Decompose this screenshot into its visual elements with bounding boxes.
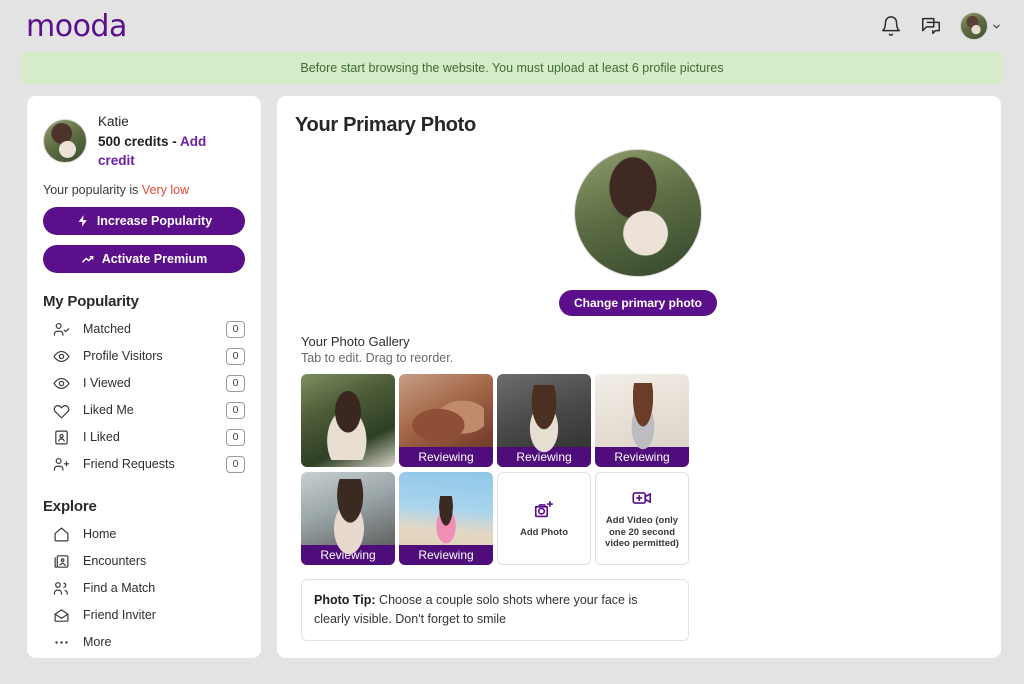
profile-visitors-count: 0 [226, 347, 245, 365]
users-icon [53, 581, 68, 595]
credits-value: 500 credits [98, 133, 169, 149]
sidebar-item-label: Home [83, 527, 117, 542]
explore-heading: Explore [43, 497, 97, 515]
photo-tip: Photo Tip: Choose a couple solo shots wh… [301, 579, 689, 641]
add-video-label: Add Video (only one 20 second video perm… [605, 514, 679, 550]
gallery-tile[interactable] [301, 374, 395, 467]
sidebar-item-label: Liked Me [83, 403, 134, 418]
matched-count: 0 [226, 320, 245, 338]
sidebar-item-i-liked[interactable]: I Liked 0 [43, 424, 245, 451]
sidebar-item-more[interactable]: More [43, 629, 245, 656]
status-badge: Reviewing [399, 545, 493, 565]
bell-icon[interactable] [880, 15, 902, 37]
popularity-prefix: Your popularity is [43, 182, 142, 197]
popularity-value: Very low [141, 182, 190, 197]
gallery-tile[interactable]: Reviewing [399, 374, 493, 467]
gallery-tile[interactable]: Reviewing [399, 472, 493, 565]
add-video-tile[interactable]: Add Video (only one 20 second video perm… [595, 472, 689, 565]
chat-icon[interactable] [920, 15, 942, 37]
camera-plus-icon [534, 500, 554, 517]
page-layout: Katie 500 credits - Add credit Your popu… [0, 84, 1024, 659]
sidebar-item-label: Friend Inviter [83, 608, 156, 623]
add-photo-label: Add Photo [519, 526, 568, 538]
profile-credits-line: 500 credits - Add credit [98, 132, 245, 171]
sidebar-item-home[interactable]: Home [43, 521, 245, 548]
gallery-header: Your Photo Gallery Tab to edit. Drag to … [301, 334, 981, 365]
sidebar-item-label: More [83, 635, 112, 650]
sidebar-item-label: Encounters [83, 554, 147, 569]
upload-requirement-alert: Before start browsing the website. You m… [22, 52, 1002, 84]
popularity-status: Your popularity is Very low [43, 183, 245, 197]
activate-premium-button[interactable]: Activate Premium [43, 244, 245, 273]
user-menu[interactable] [960, 12, 1002, 40]
profile-name: Katie [98, 114, 129, 129]
top-bar: mooda [0, 0, 1024, 52]
profile-avatar[interactable] [43, 119, 87, 164]
bolt-icon [78, 214, 87, 227]
sidebar: Katie 500 credits - Add credit Your popu… [26, 95, 262, 659]
app-logo[interactable]: mooda [26, 9, 127, 44]
heart-icon [53, 404, 70, 419]
gallery-tile[interactable]: Reviewing [595, 374, 689, 467]
sidebar-item-encounters[interactable]: Encounters [43, 548, 245, 575]
gallery-tile[interactable]: Reviewing [497, 374, 591, 467]
sidebar-item-label: I Liked [83, 430, 120, 445]
photo-tip-label: Photo Tip: [314, 593, 376, 607]
status-badge: Reviewing [497, 447, 591, 467]
user-plus-icon [53, 457, 70, 471]
friend-requests-count: 0 [226, 455, 245, 473]
profile-summary: Katie 500 credits - Add credit [43, 112, 245, 171]
increase-popularity-label: Increase Popularity [96, 213, 213, 228]
eye-icon [53, 350, 70, 362]
sidebar-item-label: Matched [83, 322, 131, 337]
sidebar-item-label: Friend Requests [83, 457, 175, 472]
profile-text: Katie 500 credits - Add credit [98, 112, 245, 171]
status-badge: Reviewing [301, 545, 395, 565]
trending-up-icon [81, 255, 94, 263]
primary-photo-area: Change primary photo [295, 149, 981, 316]
sidebar-item-liked-me[interactable]: Liked Me 0 [43, 397, 245, 424]
sidebar-item-label: Profile Visitors [83, 349, 163, 364]
eye-icon [53, 377, 70, 389]
sidebar-item-profile-visitors[interactable]: Profile Visitors 0 [43, 343, 245, 370]
i-liked-count: 0 [226, 428, 245, 446]
increase-popularity-button[interactable]: Increase Popularity [43, 206, 245, 235]
i-viewed-count: 0 [226, 374, 245, 392]
ellipsis-icon [55, 640, 68, 644]
sidebar-item-friend-inviter[interactable]: Friend Inviter [43, 602, 245, 629]
sidebar-item-label: Find a Match [83, 581, 156, 596]
status-badge: Reviewing [399, 447, 493, 467]
topbar-icon-group [880, 12, 1002, 40]
sidebar-item-i-viewed[interactable]: I Viewed 0 [43, 370, 245, 397]
envelope-open-icon [54, 608, 69, 622]
chevron-down-icon [993, 24, 1000, 28]
activate-premium-label: Activate Premium [101, 251, 208, 266]
primary-photo[interactable] [574, 149, 702, 277]
sidebar-item-matched[interactable]: Matched 0 [43, 316, 245, 343]
add-photo-tile[interactable]: Add Photo [497, 472, 591, 565]
page-title: Your Primary Photo [295, 114, 476, 136]
change-primary-photo-button[interactable]: Change primary photo [558, 290, 717, 316]
credits-separator: - [168, 133, 181, 149]
gallery-subtitle: Tab to edit. Drag to reorder. [301, 351, 454, 365]
main-panel: Your Primary Photo Change primary photo … [276, 95, 1002, 659]
liked-me-count: 0 [226, 401, 245, 419]
video-plus-icon [632, 491, 652, 504]
user-check-icon [53, 322, 70, 336]
home-icon [54, 527, 69, 542]
id-card-icon [55, 430, 68, 445]
my-popularity-heading: My Popularity [43, 292, 139, 310]
sidebar-item-friend-requests[interactable]: Friend Requests 0 [43, 451, 245, 478]
status-badge: Reviewing [595, 447, 689, 467]
gallery-title: Your Photo Gallery [301, 334, 410, 349]
gallery-tile[interactable]: Reviewing [301, 472, 395, 565]
alert-message: Before start browsing the website. You m… [300, 61, 724, 75]
image-card-icon [54, 554, 69, 568]
photo-grid: Reviewing Reviewing Reviewing Reviewing … [301, 374, 697, 565]
sidebar-item-label: I Viewed [83, 376, 131, 391]
avatar[interactable] [960, 12, 988, 40]
sidebar-item-find-a-match[interactable]: Find a Match [43, 575, 245, 602]
